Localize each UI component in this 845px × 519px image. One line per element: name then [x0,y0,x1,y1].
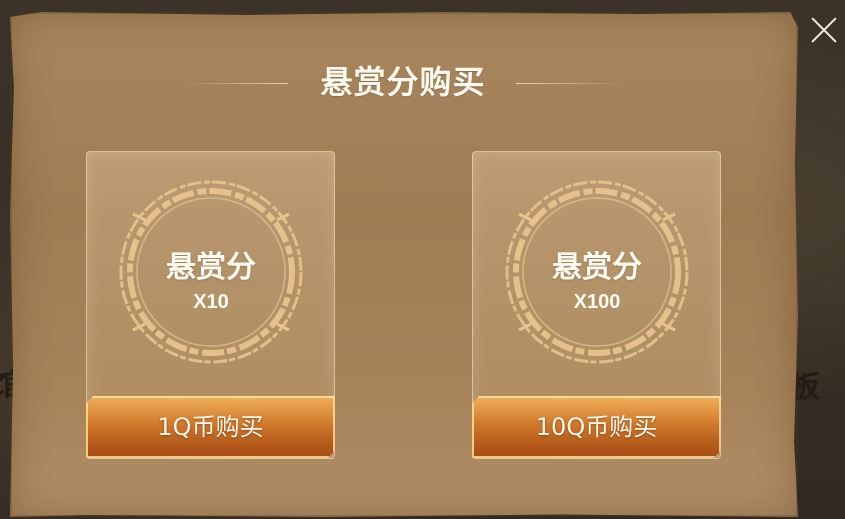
item-name: 悬赏分 [166,250,256,285]
bounty-points-emblem: 悬赏分 X100 [493,172,701,372]
dialog-title: 悬赏分购买 [320,63,486,101]
title-divider-left [180,83,288,84]
purchase-card-10: 悬赏分 X10 1Q币购买 [80,151,339,462]
purchase-card-100: 悬赏分 X100 10Q币购买 [466,151,725,462]
bounty-points-emblem: 悬赏分 X10 [107,172,315,372]
buy-button-label: 10Q币购买 [535,413,658,441]
item-quantity: X100 [573,291,621,313]
title-divider-right [516,83,626,84]
buy-button-label: 1Q币购买 [157,413,264,441]
item-name: 悬赏分 [552,250,642,285]
item-quantity: X10 [193,291,229,313]
buy-1q-button[interactable]: 1Q币购买 [80,392,339,462]
close-icon[interactable] [806,12,842,48]
buy-10q-button[interactable]: 10Q币购买 [466,392,725,462]
